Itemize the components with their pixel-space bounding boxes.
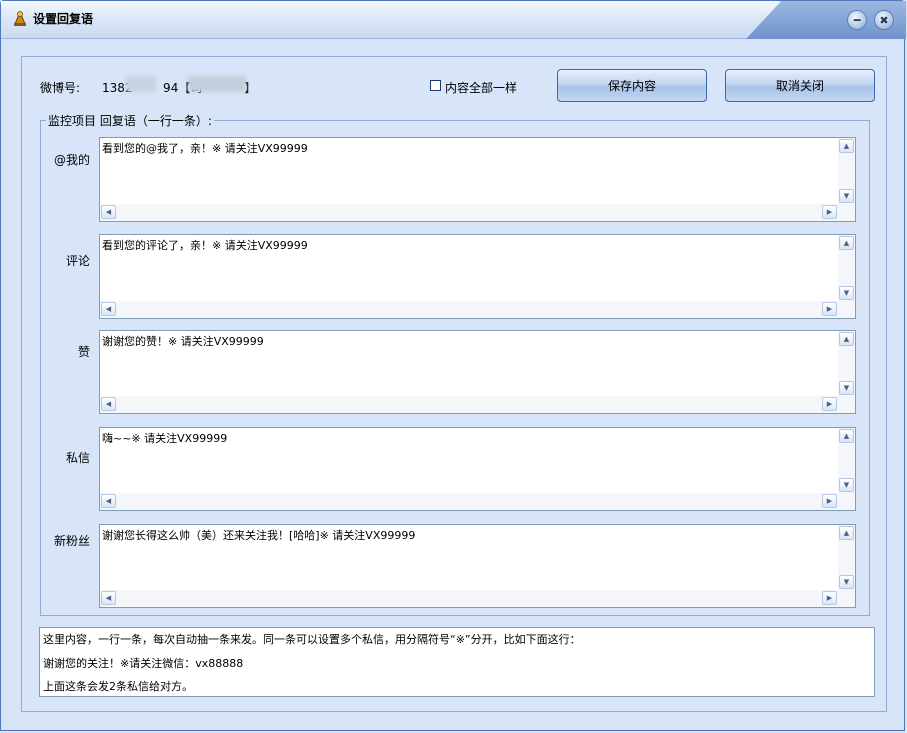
info-memo[interactable]: 这里内容，一行一条，每次自动抽一条来发。同一条可以设置多个私信，用分隔符号“※”…: [39, 627, 875, 697]
scroll-down-icon[interactable]: ▼: [839, 189, 854, 203]
scroll-left-icon[interactable]: ◀: [101, 591, 116, 605]
close-icon: ✖: [879, 13, 889, 27]
reply-memo-private-message[interactable]: 嗨~~※ 请关注VX99999 ▲ ▼ ◀ ▶: [99, 427, 856, 511]
row-label-private-message: 私信: [65, 451, 90, 465]
info-line-1: 这里内容，一行一条，每次自动抽一条来发。同一条可以设置多个私信，用分隔符号“※”…: [43, 633, 581, 646]
scroll-right-icon[interactable]: ▶: [822, 591, 837, 605]
reply-memo-new-follower[interactable]: 谢谢您长得这么帅（美）还来关注我！[哈哈]※ 请关注VX99999 ▲ ▼ ◀ …: [99, 524, 856, 608]
scroll-down-icon[interactable]: ▼: [839, 286, 854, 300]
row-label-at-me: @我的: [53, 153, 90, 167]
weibo-label: 微博号:: [40, 81, 81, 95]
scroll-left-icon[interactable]: ◀: [101, 302, 116, 316]
scroll-up-icon[interactable]: ▲: [839, 429, 854, 443]
memo-text: 看到您的评论了，亲！※ 请关注VX99999: [102, 239, 308, 252]
horizontal-scrollbar[interactable]: ◀ ▶: [100, 396, 855, 413]
title-bar: 设置回复语 ━ ✖: [1, 1, 906, 39]
redacted-block: [188, 76, 246, 92]
same-content-label[interactable]: 内容全部一样: [445, 79, 517, 96]
scroll-up-icon[interactable]: ▲: [839, 139, 854, 153]
horizontal-scrollbar[interactable]: ◀ ▶: [100, 204, 855, 221]
horizontal-scrollbar[interactable]: ◀ ▶: [100, 590, 855, 607]
scroll-right-icon[interactable]: ▶: [822, 494, 837, 508]
scroll-up-icon[interactable]: ▲: [839, 236, 854, 250]
vertical-scrollbar[interactable]: ▲ ▼: [838, 235, 855, 301]
scroll-left-icon[interactable]: ◀: [101, 397, 116, 411]
scroll-down-icon[interactable]: ▼: [839, 381, 854, 395]
row-label-like: 赞: [77, 345, 90, 359]
minimize-button[interactable]: ━: [847, 10, 867, 30]
window-title: 设置回复语: [33, 12, 94, 26]
horizontal-scrollbar[interactable]: ◀ ▶: [100, 493, 855, 510]
row-label-comment: 评论: [65, 254, 90, 268]
scroll-down-icon[interactable]: ▼: [839, 575, 854, 589]
scroll-up-icon[interactable]: ▲: [839, 332, 854, 346]
close-button[interactable]: ✖: [874, 10, 894, 30]
vertical-scrollbar[interactable]: ▲ ▼: [838, 525, 855, 590]
cancel-close-button[interactable]: 取消关闭: [725, 69, 875, 102]
save-button[interactable]: 保存内容: [557, 69, 707, 102]
minimize-icon: ━: [853, 13, 861, 27]
memo-text: 看到您的@我了，亲！※ 请关注VX99999: [102, 142, 308, 155]
vertical-scrollbar[interactable]: ▲ ▼: [838, 428, 855, 493]
vertical-scrollbar[interactable]: ▲ ▼: [838, 138, 855, 204]
same-content-checkbox[interactable]: [430, 80, 441, 91]
memo-text: 谢谢您的赞！※ 请关注VX99999: [102, 335, 264, 348]
scroll-left-icon[interactable]: ◀: [101, 494, 116, 508]
app-icon: [14, 10, 26, 26]
scroll-up-icon[interactable]: ▲: [839, 526, 854, 540]
vertical-scrollbar[interactable]: ▲ ▼: [838, 331, 855, 396]
redacted-block: [126, 76, 156, 92]
scroll-right-icon[interactable]: ▶: [822, 397, 837, 411]
group-legend: 监控项目 回复语（一行一条）:: [46, 112, 214, 129]
reply-memo-at-me[interactable]: 看到您的@我了，亲！※ 请关注VX99999 ▲ ▼ ◀ ▶: [99, 137, 856, 222]
scroll-right-icon[interactable]: ▶: [822, 302, 837, 316]
scroll-right-icon[interactable]: ▶: [822, 205, 837, 219]
scroll-down-icon[interactable]: ▼: [839, 478, 854, 492]
horizontal-scrollbar[interactable]: ◀ ▶: [100, 301, 855, 318]
info-line-3: 上面这条会发2条私信给对方。: [43, 680, 193, 693]
reply-memo-like[interactable]: 谢谢您的赞！※ 请关注VX99999 ▲ ▼ ◀ ▶: [99, 330, 856, 414]
scroll-left-icon[interactable]: ◀: [101, 205, 116, 219]
reply-memo-comment[interactable]: 看到您的评论了，亲！※ 请关注VX99999 ▲ ▼ ◀ ▶: [99, 234, 856, 319]
row-label-new-follower: 新粉丝: [53, 534, 90, 548]
memo-text: 谢谢您长得这么帅（美）还来关注我！[哈哈]※ 请关注VX99999: [102, 529, 416, 542]
info-line-2: 谢谢您的关注！※请关注微信：vx88888: [43, 657, 244, 670]
memo-text: 嗨~~※ 请关注VX99999: [102, 432, 228, 445]
